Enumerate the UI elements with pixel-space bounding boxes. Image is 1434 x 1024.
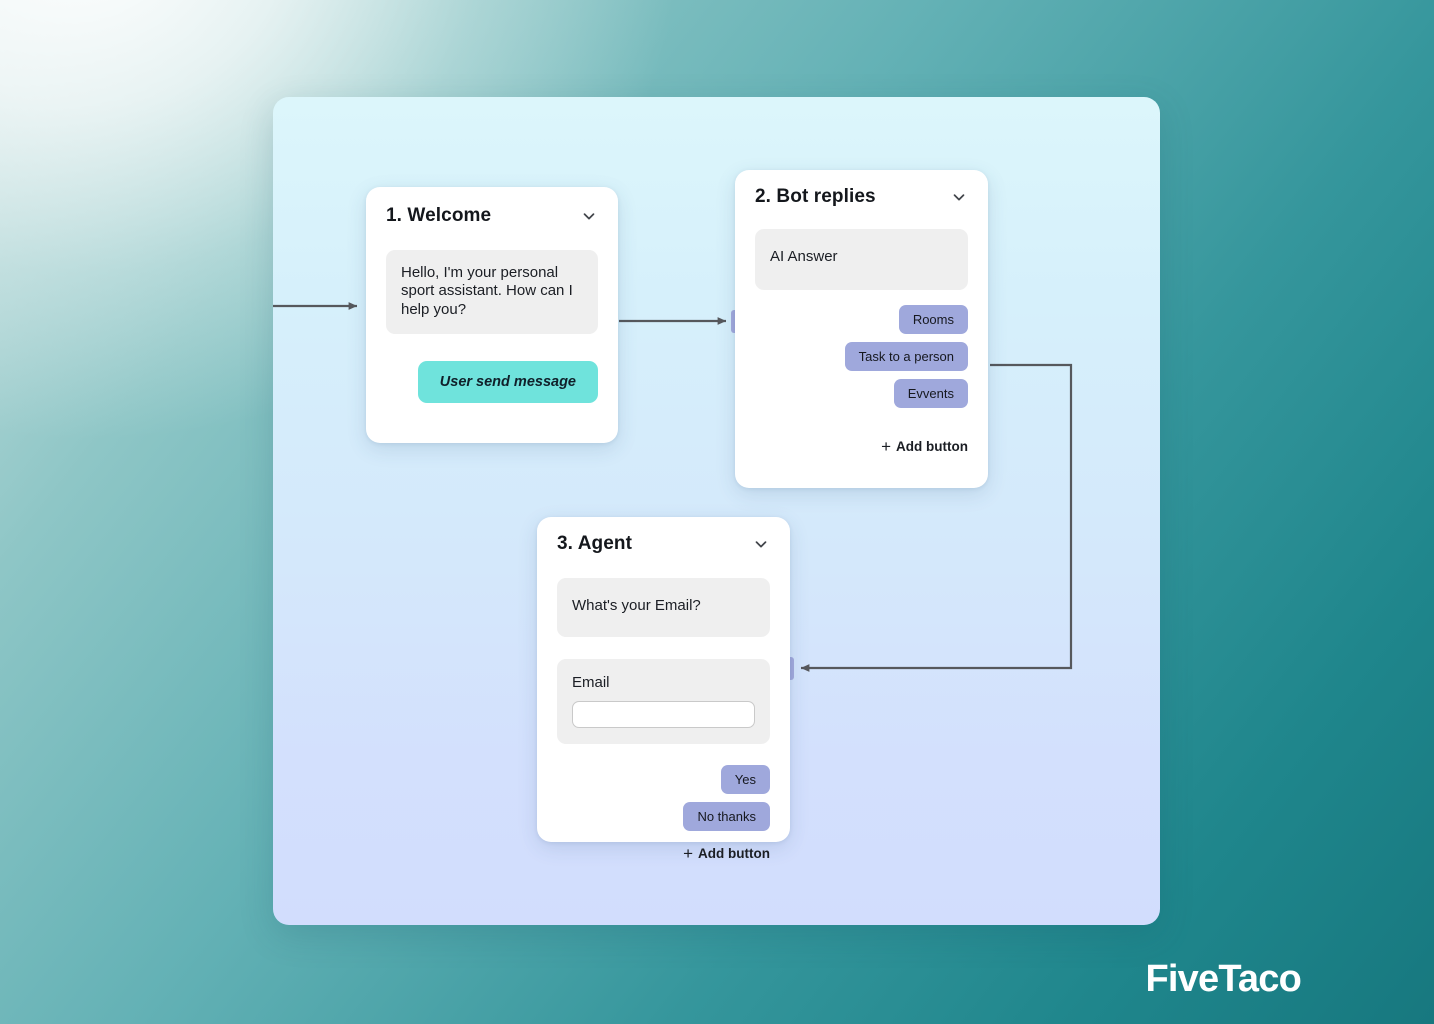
- option-button-evvents[interactable]: Evvents: [893, 379, 968, 408]
- agent-question-bubble: What's your Email?: [557, 578, 770, 637]
- add-button-label: Add button: [896, 439, 968, 454]
- card-title-bot-replies: 2. Bot replies: [755, 186, 876, 207]
- option-button-yes[interactable]: Yes: [720, 765, 770, 794]
- user-send-message-button[interactable]: User send message: [417, 360, 598, 403]
- option-button-rooms[interactable]: Rooms: [898, 305, 968, 334]
- fivetaco-logo: FiveTaco: [1145, 958, 1301, 1000]
- ai-answer-bubble: AI Answer: [755, 229, 968, 290]
- option-row: Task to a person: [755, 342, 968, 371]
- option-button-task-to-a-person[interactable]: Task to a person: [844, 342, 968, 371]
- card-header-agent: 3. Agent: [557, 533, 770, 555]
- plus-icon: +: [881, 437, 892, 456]
- email-field-group: Email: [557, 659, 770, 744]
- chevron-down-icon[interactable]: [950, 188, 968, 206]
- chevron-down-icon[interactable]: [580, 207, 598, 225]
- add-button-bot-replies[interactable]: + Add button: [755, 438, 968, 455]
- option-row: Evvents: [755, 379, 968, 408]
- add-button-agent[interactable]: + Add button: [557, 845, 770, 862]
- card-title-agent: 3. Agent: [557, 533, 633, 554]
- node-card-welcome[interactable]: 1. Welcome Hello, I'm your personal spor…: [366, 187, 618, 443]
- option-button-no-thanks[interactable]: No thanks: [683, 802, 770, 831]
- screenshot-root: 1. Welcome Hello, I'm your personal spor…: [0, 0, 1434, 1024]
- card-header-welcome: 1. Welcome: [386, 205, 598, 227]
- email-input[interactable]: [572, 701, 755, 728]
- card-header-bot-replies: 2. Bot replies: [755, 186, 968, 208]
- bot-message-bubble: Hello, I'm your personal sport assistant…: [386, 250, 598, 334]
- plus-icon: +: [683, 844, 694, 863]
- card-title-welcome: 1. Welcome: [386, 205, 492, 226]
- send-button-row: User send message: [386, 360, 598, 403]
- node-card-bot-replies[interactable]: 2. Bot replies AI Answer Rooms Task to a…: [735, 170, 988, 488]
- option-row: Yes: [557, 765, 770, 794]
- option-row: Rooms: [755, 305, 968, 334]
- add-button-label: Add button: [698, 846, 770, 861]
- email-field-label: Email: [572, 674, 610, 691]
- option-row: No thanks: [557, 802, 770, 831]
- node-card-agent[interactable]: 3. Agent What's your Email? Email Yes No…: [537, 517, 790, 862]
- chevron-down-icon[interactable]: [752, 535, 770, 553]
